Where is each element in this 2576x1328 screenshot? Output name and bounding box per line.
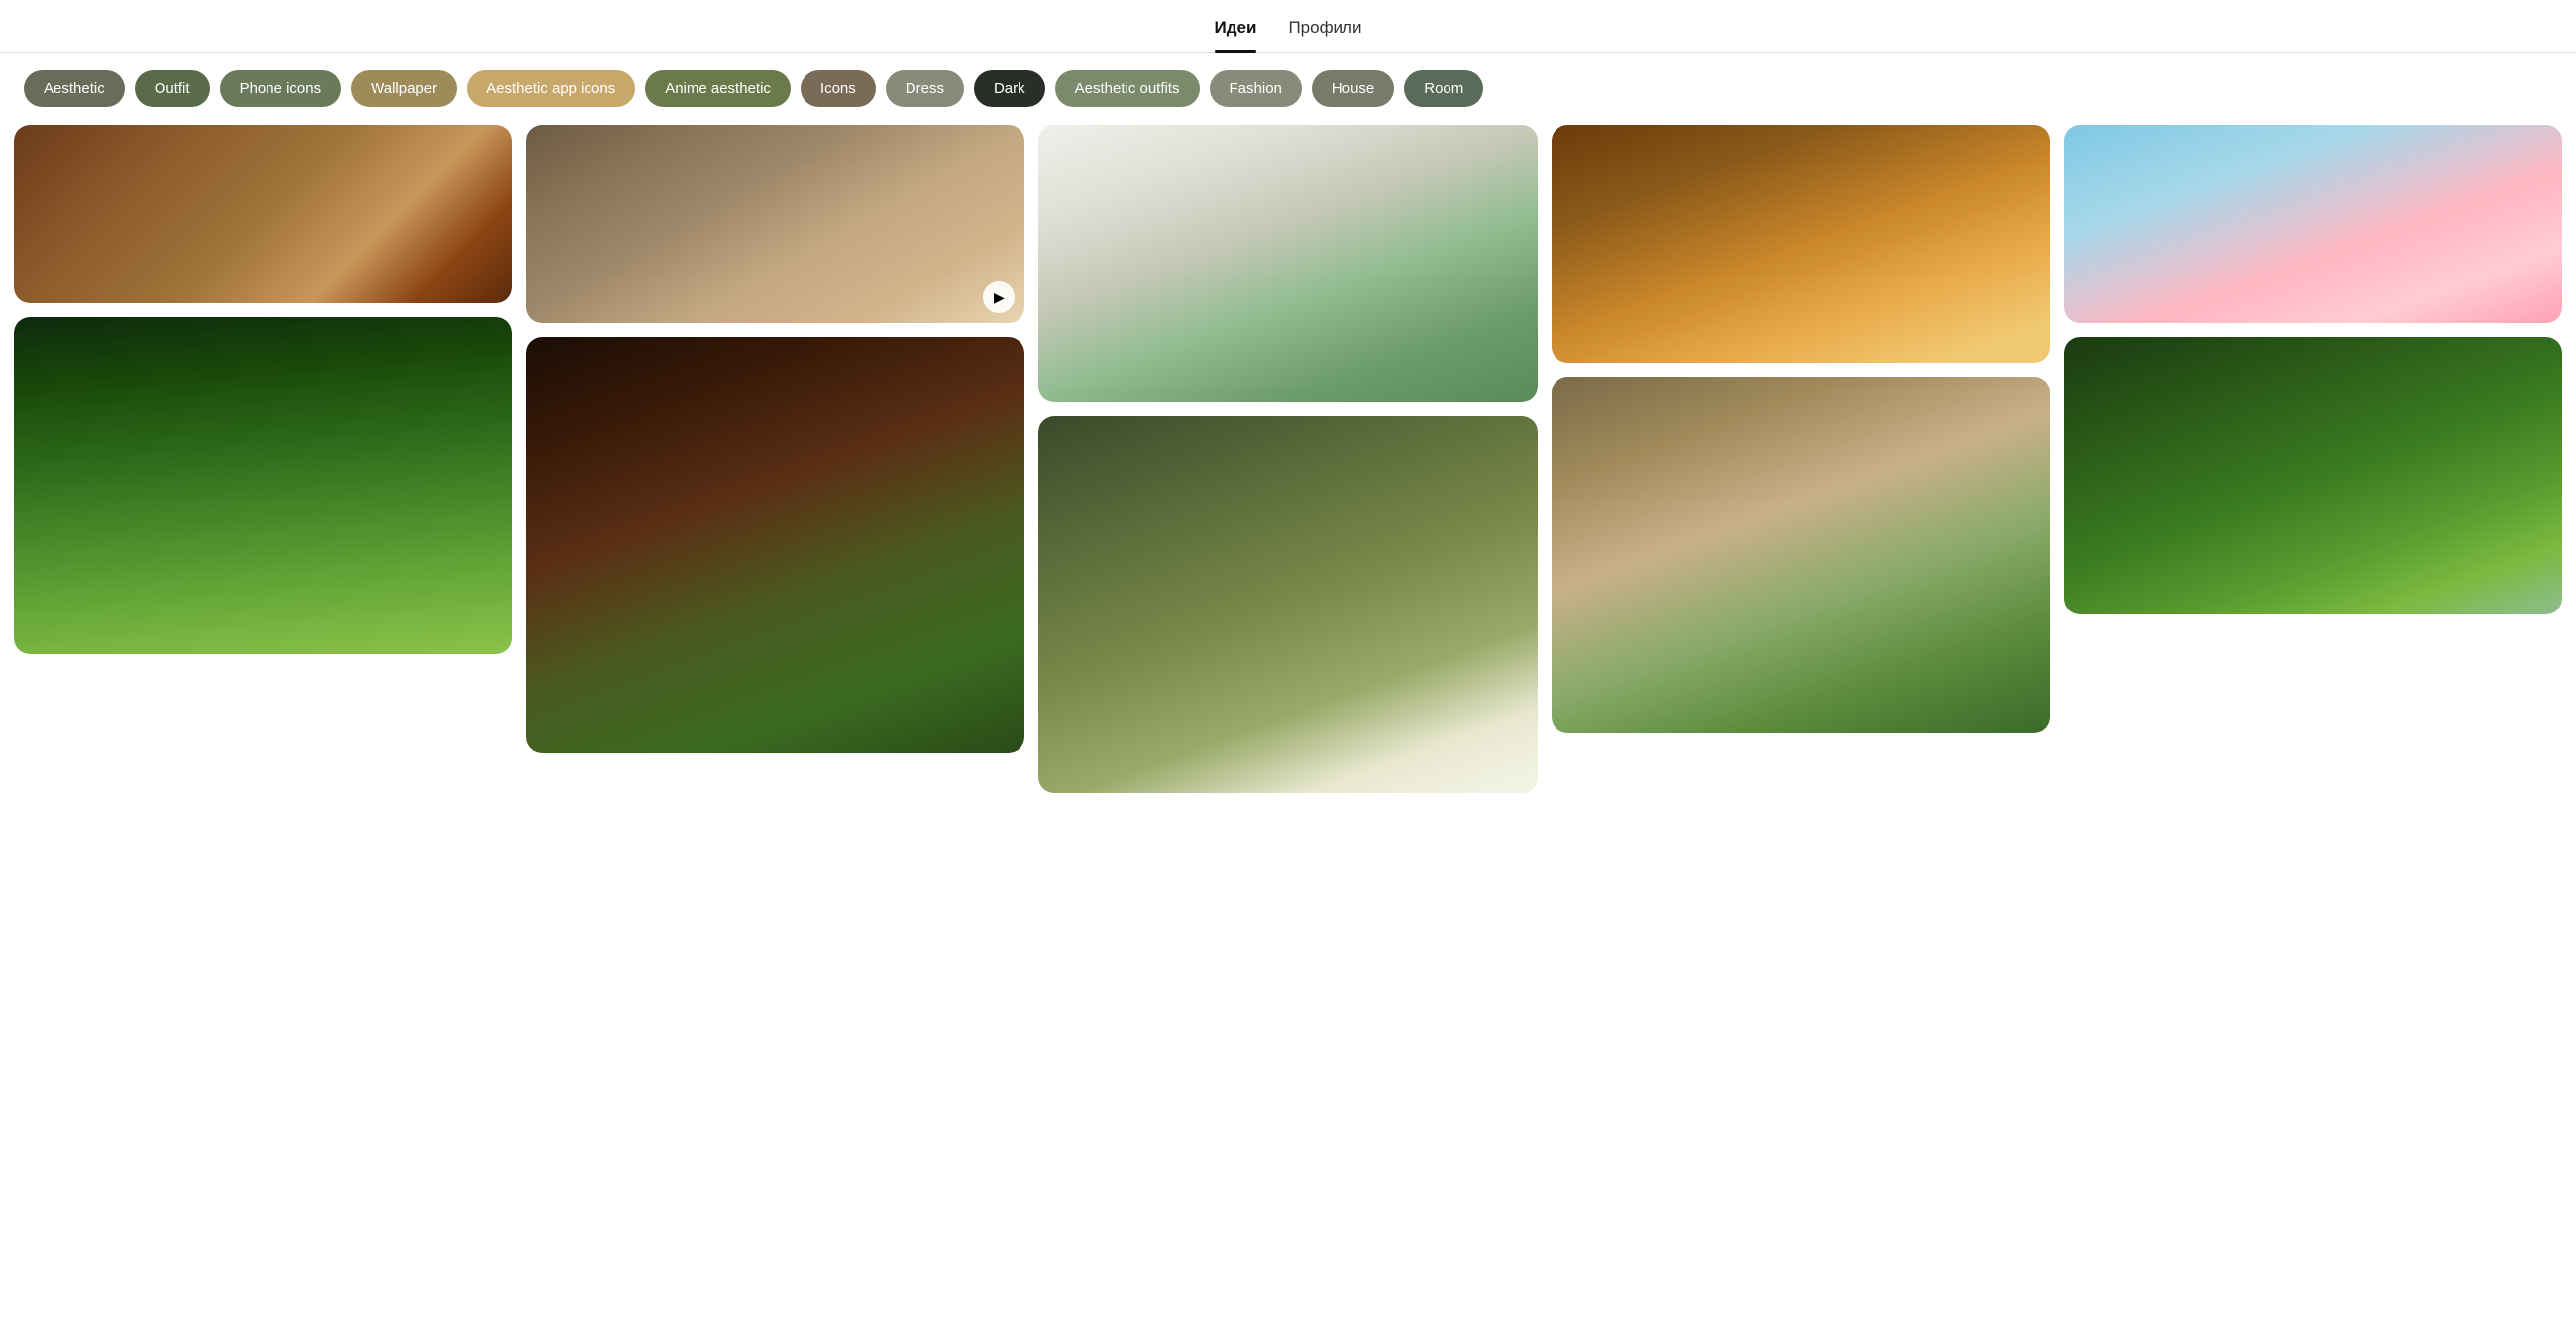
header-tabs: Идеи Профили [0,0,2576,53]
pill-phone-icons[interactable]: Phone icons [220,70,342,107]
pill-outfit[interactable]: Outfit [135,70,210,107]
masonry-grid: ▶ [0,125,2576,832]
pill-house[interactable]: House [1312,70,1394,107]
grid-item-window-garden[interactable] [1552,377,2050,733]
pill-aesthetic-app-icons[interactable]: Aesthetic app icons [467,70,635,107]
grid-item-kitchen[interactable] [14,125,512,303]
pill-aesthetic[interactable]: Aesthetic [24,70,125,107]
pill-icons[interactable]: Icons [801,70,876,107]
pill-wallpaper[interactable]: Wallpaper [351,70,457,107]
grid-item-picnic-basket[interactable] [1552,125,2050,363]
pills-row: Aesthetic Outfit Phone icons Wallpaper A… [0,53,2576,125]
pill-anime-aesthetic[interactable]: Anime aesthetic [645,70,791,107]
grid-item-cozy-room[interactable] [526,337,1024,753]
tab-ideas[interactable]: Идеи [1215,18,1257,52]
grid-item-cottage[interactable] [2064,337,2562,614]
grid-item-pastel-sky[interactable] [2064,125,2562,323]
tab-profiles[interactable]: Профили [1288,18,1361,52]
pill-room[interactable]: Room [1404,70,1483,107]
pill-dress[interactable]: Dress [886,70,964,107]
pill-aesthetic-outfits[interactable]: Aesthetic outfits [1055,70,1200,107]
grid-item-forest-meadow[interactable] [14,317,512,654]
pill-dark[interactable]: Dark [974,70,1045,107]
grid-item-bright-kitchen[interactable] [1038,125,1537,402]
grid-item-white-cat[interactable] [1038,416,1537,793]
grid-item-books-candles[interactable]: ▶ [526,125,1024,323]
pill-fashion[interactable]: Fashion [1210,70,1302,107]
